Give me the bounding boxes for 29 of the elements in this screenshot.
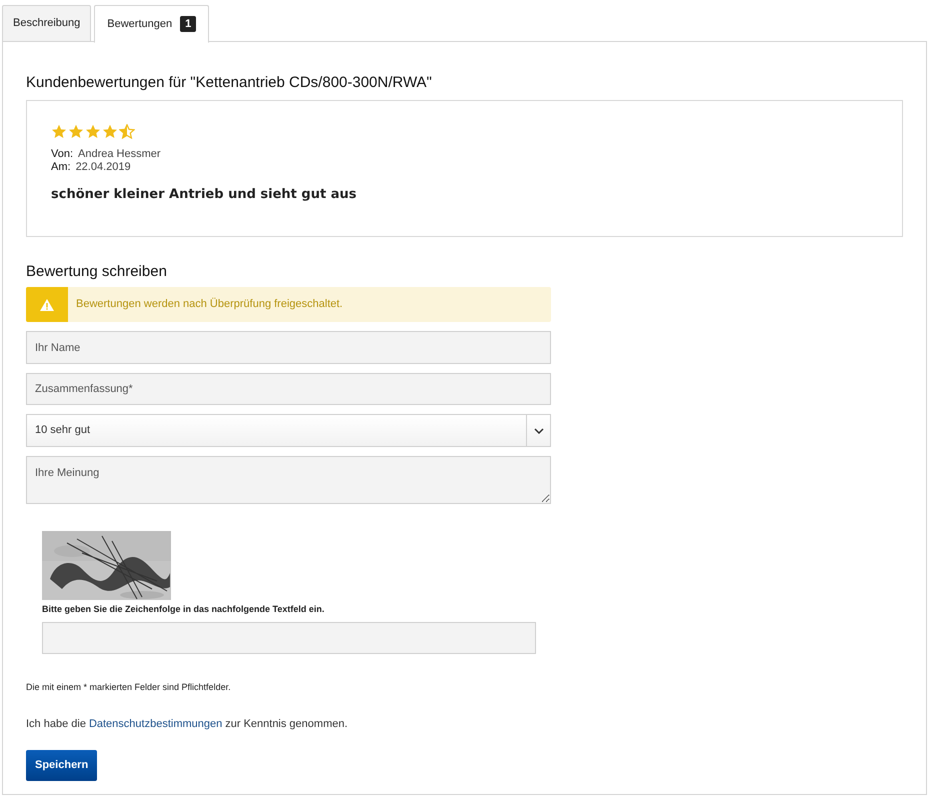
field-label: Von: xyxy=(51,148,74,160)
save-button[interactable]: Speichern xyxy=(26,750,98,780)
review-date: 22.04.2019 xyxy=(76,160,131,174)
privacy-text: zur Kenntnis genommen. xyxy=(225,717,348,732)
summary-field[interactable]: Zusammenfassung* xyxy=(26,373,551,405)
privacy-text: Ich habe die xyxy=(26,717,86,732)
required-note: Die mit einem * markierten Felder sind Pflichtfelder. xyxy=(26,680,232,694)
count-badge: 1 xyxy=(180,16,196,32)
rating-select[interactable]: 10 sehr gut xyxy=(26,414,551,447)
chevron-down-icon xyxy=(534,428,544,434)
tab[interactable]: Beschreibung xyxy=(2,5,92,42)
section-heading: Bewertung schreiben xyxy=(26,262,168,282)
captcha-hint: Bitte geben Sie die Zeichenfolge in das nachfolgende Textfeld ein. xyxy=(42,603,326,616)
privacy-link[interactable]: Datenschutzbestimmungen xyxy=(88,716,222,732)
captcha-input-field[interactable] xyxy=(42,622,536,654)
name-field[interactable]: Ihr Name xyxy=(26,331,551,364)
warning-icon xyxy=(40,298,54,310)
star-icon xyxy=(51,124,67,138)
star-icon xyxy=(68,124,84,138)
field-label: Am: xyxy=(51,160,71,174)
tab[interactable]: Bewertungen 1 xyxy=(94,5,210,43)
section-heading: Kundenbewertungen für "Kettenantrieb CDs/800-300N/RWA" xyxy=(26,73,433,93)
review-headline: schöner kleiner Antrieb und sieht gut aus xyxy=(51,186,358,204)
author-name: Andrea Hessmer xyxy=(78,148,161,160)
star-icon xyxy=(85,124,101,138)
opinion-field[interactable]: Ihre Meinung xyxy=(26,456,551,504)
star-icon xyxy=(119,124,135,138)
notice-text: Bewertungen werden nach Überprüfung freigeschaltet. xyxy=(76,296,343,312)
star-icon xyxy=(102,124,118,138)
